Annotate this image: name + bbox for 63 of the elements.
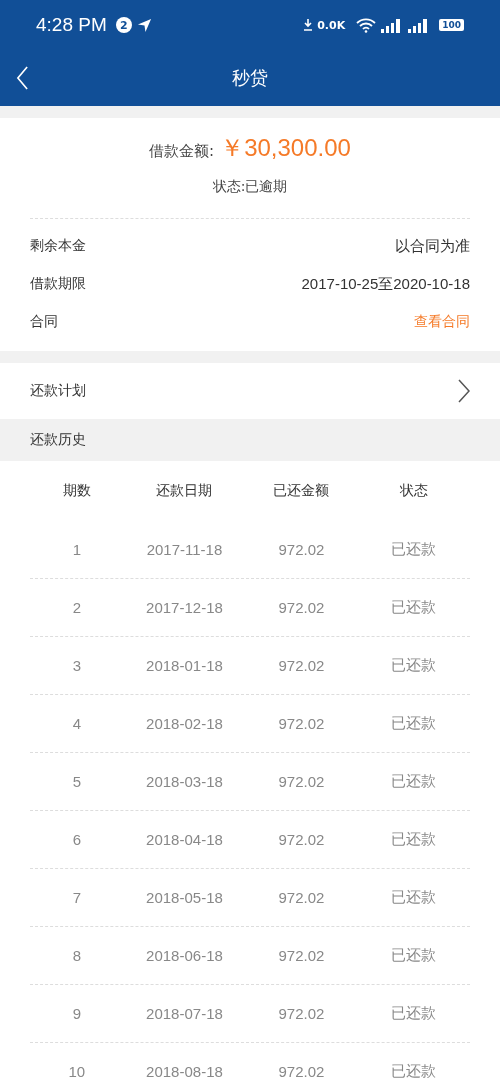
table-cell: 972.02 bbox=[278, 773, 325, 790]
table-cell: 10 bbox=[68, 1063, 86, 1080]
column-header: 已还金额 bbox=[273, 482, 330, 500]
column-header: 状态 bbox=[399, 482, 428, 500]
table-cell: 972.02 bbox=[278, 1005, 325, 1022]
table-cell: 2018-06-18 bbox=[146, 947, 223, 964]
section-title: 还款历史 bbox=[30, 431, 86, 449]
table-cell: 8 bbox=[72, 947, 81, 964]
table-cell: 1 bbox=[72, 541, 81, 558]
table-cell: 4 bbox=[72, 715, 81, 732]
table-cell: 3 bbox=[72, 657, 81, 674]
chevron-right-icon bbox=[458, 379, 470, 403]
loan-amount: ￥30,300.00 bbox=[220, 133, 351, 163]
table-cell: 2018-07-18 bbox=[146, 1005, 223, 1022]
table-cell: 已还款 bbox=[391, 772, 437, 791]
table-cell: 已还款 bbox=[391, 714, 437, 733]
detail-label: 剩余本金 bbox=[30, 237, 86, 255]
status-time: 4:28 PM bbox=[36, 14, 107, 36]
table-cell: 972.02 bbox=[278, 541, 325, 558]
table-cell: 2018-08-18 bbox=[146, 1063, 223, 1080]
table-cell: 已还款 bbox=[391, 830, 437, 849]
table-cell: 6 bbox=[72, 831, 81, 848]
table-cell: 已还款 bbox=[391, 1004, 437, 1023]
table-cell: 972.02 bbox=[278, 715, 325, 732]
detail-value: 2017-10-25至2020-10-18 bbox=[301, 274, 470, 294]
table-cell: 2017-12-18 bbox=[146, 599, 223, 616]
table-cell: 5 bbox=[72, 773, 81, 790]
table-cell: 972.02 bbox=[278, 889, 325, 906]
table-cell: 2018-05-18 bbox=[146, 889, 223, 906]
table-cell: 2018-03-18 bbox=[146, 773, 223, 790]
table-cell: 972.02 bbox=[278, 947, 325, 964]
table-cell: 2018-04-18 bbox=[146, 831, 223, 848]
table-cell: 7 bbox=[72, 889, 81, 906]
repayment-plan-row[interactable]: 还款计划 bbox=[0, 363, 500, 419]
table-cell: 2017-11-18 bbox=[146, 541, 223, 558]
table-cell: 972.02 bbox=[278, 599, 325, 616]
table-cell: 已还款 bbox=[391, 598, 437, 617]
table-cell: 972.02 bbox=[278, 831, 325, 848]
table-cell: 已还款 bbox=[391, 656, 437, 675]
table-cell: 已还款 bbox=[391, 1062, 437, 1081]
amount-label: 借款金额: bbox=[149, 142, 215, 161]
loan-status: 状态:已逾期 bbox=[211, 178, 289, 196]
page-title: 秒贷 bbox=[232, 66, 268, 90]
battery-indicator: 100 bbox=[439, 19, 464, 31]
detail-label: 合同 bbox=[30, 313, 58, 331]
table-cell: 2018-01-18 bbox=[146, 657, 223, 674]
table-cell: 972.02 bbox=[278, 1063, 325, 1080]
download-icon bbox=[304, 19, 313, 31]
column-header: 还款日期 bbox=[156, 482, 213, 500]
table-cell: 已还款 bbox=[391, 946, 437, 965]
network-speed: 0.0K bbox=[317, 18, 346, 32]
table-cell: 已还款 bbox=[391, 888, 437, 907]
table-cell: 2 bbox=[72, 599, 81, 616]
table-cell: 9 bbox=[72, 1005, 81, 1022]
column-header: 期数 bbox=[62, 482, 91, 500]
wifi-icon bbox=[356, 17, 377, 33]
table-cell: 2018-02-18 bbox=[146, 715, 223, 732]
table-cell: 972.02 bbox=[278, 657, 325, 674]
table-cell: 已还款 bbox=[391, 540, 437, 559]
notification-badge: 2 bbox=[115, 17, 132, 33]
location-arrow-icon bbox=[136, 17, 152, 33]
detail-label: 借款期限 bbox=[30, 275, 86, 293]
detail-value: 以合同为准 bbox=[395, 236, 470, 256]
